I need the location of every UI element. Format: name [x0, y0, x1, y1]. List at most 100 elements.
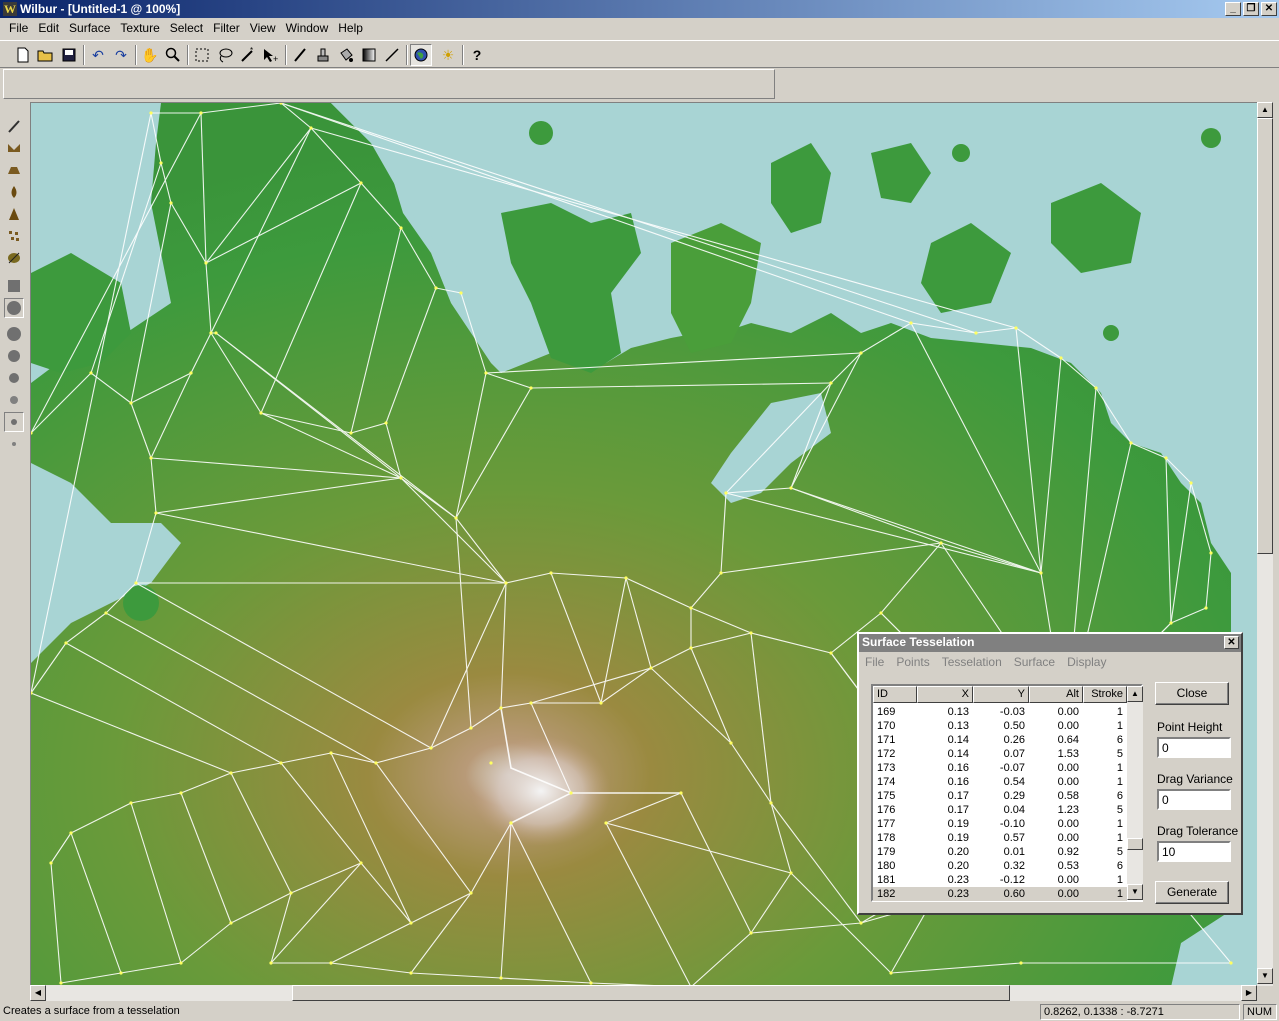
mesh-vertex[interactable]: [459, 291, 463, 295]
noise-tool-icon[interactable]: [4, 226, 24, 246]
mesh-vertex[interactable]: [1014, 326, 1018, 330]
column-header-stroke[interactable]: Stroke: [1083, 686, 1127, 703]
mesh-vertex[interactable]: [329, 751, 333, 755]
restore-button[interactable]: ❐: [1243, 2, 1259, 16]
mesh-vertex[interactable]: [499, 706, 503, 710]
help-icon[interactable]: ?: [466, 44, 488, 66]
mesh-vertex[interactable]: [789, 871, 793, 875]
table-row[interactable]: 181 0.23 -0.12 0.00 1: [873, 873, 1127, 887]
mesh-vertex[interactable]: [69, 831, 73, 835]
menu-file[interactable]: File: [4, 21, 33, 35]
drop-tool-icon[interactable]: [4, 182, 24, 202]
vertical-scrollbar[interactable]: ▲ ▼: [1257, 102, 1273, 986]
mesh-vertex[interactable]: [1204, 606, 1208, 610]
table-row[interactable]: 171 0.14 0.26 0.64 6: [873, 733, 1127, 747]
vertical-scroll-thumb[interactable]: [1257, 118, 1273, 554]
table-row[interactable]: 172 0.14 0.07 1.53 5: [873, 747, 1127, 761]
column-header-id[interactable]: ID: [873, 686, 917, 703]
stamp-icon[interactable]: [312, 44, 334, 66]
close-button[interactable]: Close: [1155, 682, 1229, 705]
rect-select-icon[interactable]: [191, 44, 213, 66]
mesh-vertex[interactable]: [749, 931, 753, 935]
mesh-vertex[interactable]: [134, 581, 138, 585]
mesh-vertex[interactable]: [374, 761, 378, 765]
scroll-down-icon[interactable]: ▼: [1257, 968, 1273, 984]
mesh-vertex[interactable]: [179, 791, 183, 795]
table-row[interactable]: 176 0.17 0.04 1.23 5: [873, 803, 1127, 817]
menu-view[interactable]: View: [245, 21, 281, 35]
mesh-vertex[interactable]: [1094, 386, 1098, 390]
brush-size-6-icon[interactable]: [4, 412, 24, 432]
menu-filter[interactable]: Filter: [208, 21, 245, 35]
mesh-vertex[interactable]: [469, 891, 473, 895]
dialog-close-icon[interactable]: ✕: [1224, 636, 1239, 649]
mesh-vertex[interactable]: [1129, 441, 1133, 445]
mesh-vertex[interactable]: [129, 801, 133, 805]
mesh-vertex[interactable]: [49, 861, 53, 865]
mesh-vertex[interactable]: [384, 421, 388, 425]
minimize-button[interactable]: _: [1225, 2, 1241, 16]
mesh-vertex[interactable]: [469, 726, 473, 730]
point-height-input[interactable]: [1157, 737, 1231, 758]
table-row[interactable]: 173 0.16 -0.07 0.00 1: [873, 761, 1127, 775]
mesh-vertex[interactable]: [399, 226, 403, 230]
mesh-vertex[interactable]: [169, 201, 173, 205]
gradient-icon[interactable]: [358, 44, 380, 66]
list-scroll-thumb[interactable]: [1127, 838, 1143, 850]
mesh-vertex[interactable]: [1164, 456, 1168, 460]
mesh-vertex[interactable]: [569, 791, 573, 795]
dialog-menu-surface[interactable]: Surface: [1014, 655, 1061, 669]
bucket-icon[interactable]: [335, 44, 357, 66]
mesh-vertex[interactable]: [1059, 356, 1063, 360]
mesh-vertex[interactable]: [829, 381, 833, 385]
mesh-vertex[interactable]: [484, 371, 488, 375]
mesh-vertex[interactable]: [309, 126, 313, 130]
move-select-icon[interactable]: +: [260, 44, 282, 66]
menu-window[interactable]: Window: [281, 21, 334, 35]
mesh-vertex[interactable]: [434, 286, 438, 290]
mesh-vertex[interactable]: [749, 631, 753, 635]
mesh-vertex[interactable]: [499, 976, 503, 980]
mesh-vertex[interactable]: [199, 111, 203, 115]
mesh-vertex[interactable]: [289, 891, 293, 895]
mesh-vertex[interactable]: [509, 821, 513, 825]
table-row[interactable]: 177 0.19 -0.10 0.00 1: [873, 817, 1127, 831]
mesh-vertex[interactable]: [1169, 621, 1173, 625]
mesh-vertex[interactable]: [719, 571, 723, 575]
table-row[interactable]: 170 0.13 0.50 0.00 1: [873, 719, 1127, 733]
horizontal-scroll-thumb[interactable]: [292, 985, 1010, 1001]
magic-wand-icon[interactable]: *: [237, 44, 259, 66]
list-scroll-up-icon[interactable]: ▲: [1127, 686, 1143, 702]
table-row[interactable]: 175 0.17 0.29 0.58 6: [873, 789, 1127, 803]
mesh-vertex[interactable]: [529, 386, 533, 390]
brush-size-5-icon[interactable]: [4, 390, 24, 410]
brush-size-7-icon[interactable]: [4, 434, 24, 454]
table-row[interactable]: 179 0.20 0.01 0.92 5: [873, 845, 1127, 859]
menu-edit[interactable]: Edit: [33, 21, 64, 35]
hand-icon[interactable]: ✋: [139, 44, 161, 66]
mesh-vertex[interactable]: [549, 571, 553, 575]
mesh-vertex[interactable]: [624, 576, 628, 580]
mesh-vertex[interactable]: [119, 971, 123, 975]
mesh-vertex[interactable]: [859, 351, 863, 355]
mesh-vertex[interactable]: [429, 746, 433, 750]
brush-size-3-icon[interactable]: [4, 346, 24, 366]
plateau-tool-icon[interactable]: [4, 160, 24, 180]
mesh-vertex[interactable]: [149, 456, 153, 460]
mesh-vertex[interactable]: [214, 331, 218, 335]
mesh-vertex[interactable]: [504, 581, 508, 585]
mesh-vertex[interactable]: [189, 371, 193, 375]
mesh-vertex[interactable]: [789, 486, 793, 490]
horizontal-scrollbar[interactable]: ◀ ▶: [30, 985, 1257, 1001]
zoom-icon[interactable]: [162, 44, 184, 66]
dialog-menu-file[interactable]: File: [865, 655, 890, 669]
mesh-vertex[interactable]: [64, 641, 68, 645]
scroll-right-icon[interactable]: ▶: [1241, 985, 1257, 1001]
mesh-vertex[interactable]: [359, 861, 363, 865]
line-icon[interactable]: [381, 44, 403, 66]
mesh-vertex[interactable]: [409, 971, 413, 975]
mesh-vertex[interactable]: [689, 646, 693, 650]
mesh-vertex[interactable]: [399, 476, 403, 480]
mesh-vertex[interactable]: [149, 111, 153, 115]
brush-size-1-icon[interactable]: [4, 298, 24, 318]
